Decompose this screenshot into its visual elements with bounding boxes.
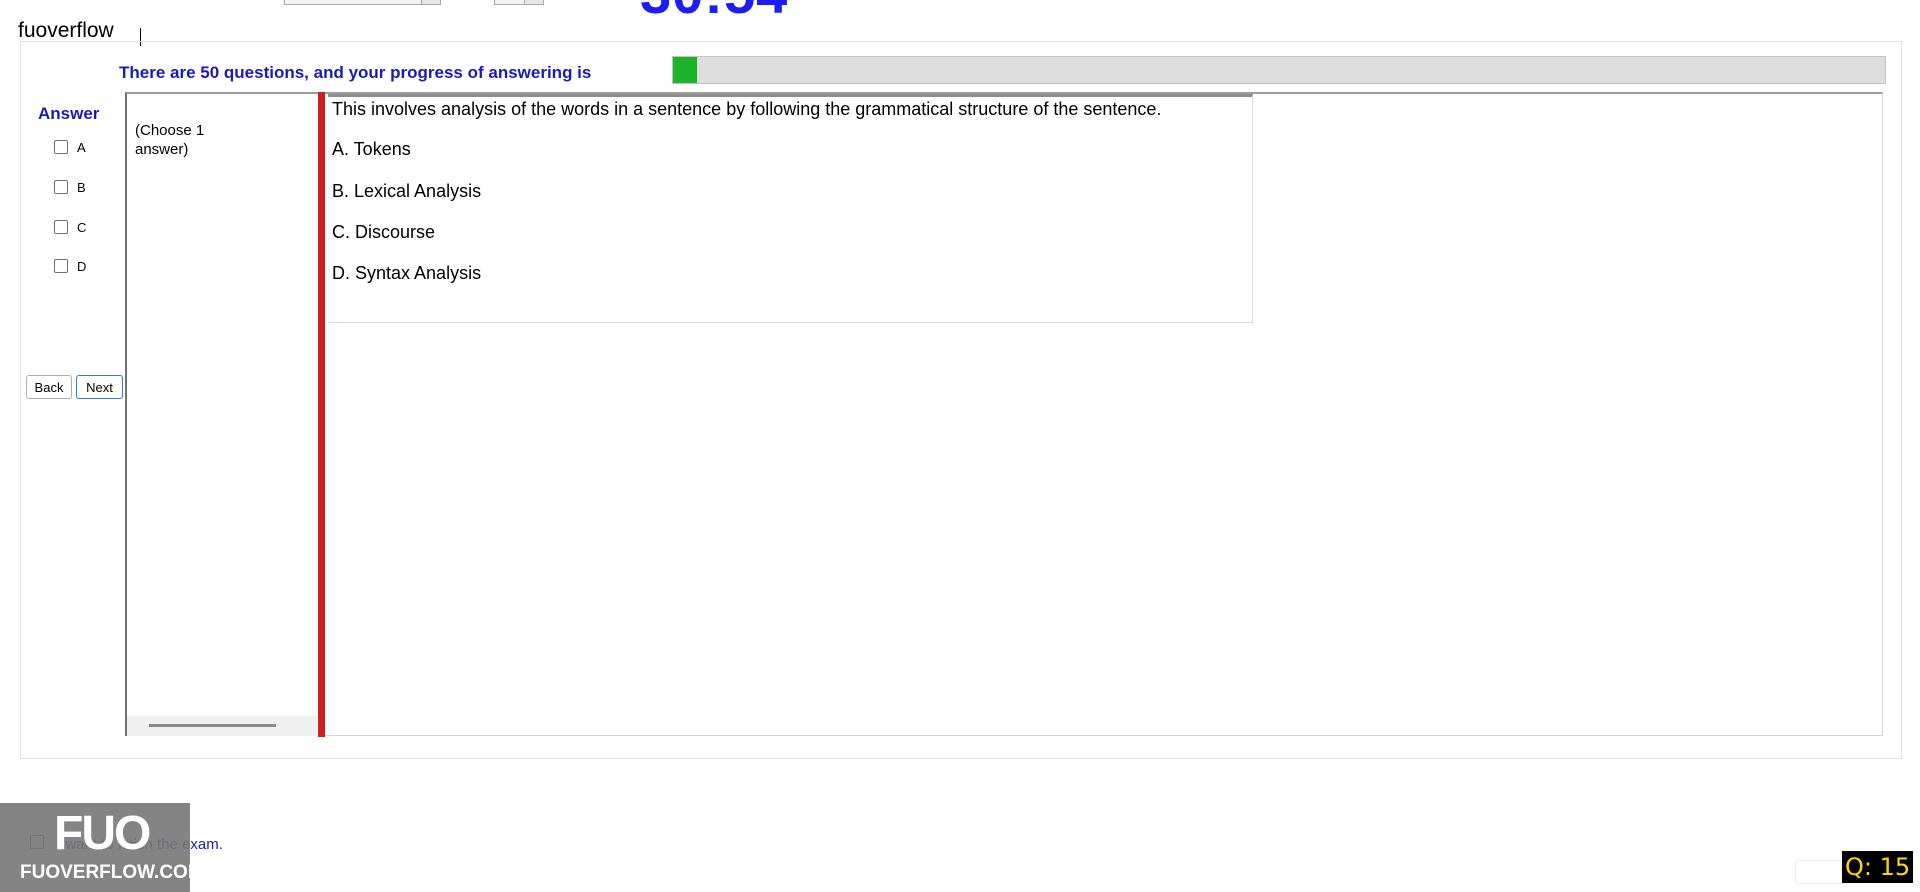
answer-choice-b[interactable]: B [54,177,134,197]
watermark-logo: FUO [54,807,151,860]
answer-title: Answer [38,104,100,123]
watermark-site: FUOVERFLOW.COM [20,862,204,883]
choice-label-d: D [77,258,87,274]
checkbox-c[interactable] [54,220,68,234]
question-option-b: B. Lexical Analysis [332,181,482,201]
hint-pane [125,92,318,736]
question-text: This involves analysis of the words in a… [332,99,1162,119]
next-button[interactable]: Next [76,375,123,399]
progress-label: There are 50 questions, and your progres… [119,63,592,82]
countdown-timer: 30:54 [640,0,788,22]
font-size-dropdown[interactable] [494,0,544,5]
question-option-c: C. Discourse [332,222,436,242]
answer-choice-d[interactable]: D [54,256,134,276]
progress-bar [672,56,1886,84]
answer-choice-c[interactable]: C [54,217,134,237]
finish-button[interactable] [1795,860,1847,884]
progress-fill [673,57,697,83]
checkbox-a[interactable] [54,140,68,154]
choice-label-a: A [77,139,86,155]
answer-choice-a[interactable]: A [54,137,134,157]
splitter-bar[interactable] [318,92,325,737]
exam-code-dropdown[interactable] [284,0,441,5]
checkbox-b[interactable] [54,180,68,194]
choice-label-c: C [77,219,87,235]
scrollbar-thumb[interactable] [149,724,276,727]
back-button[interactable]: Back [26,375,72,399]
brand-text: fuoverflow [18,19,114,42]
question-option-a: A. Tokens [332,139,411,159]
checkbox-d[interactable] [54,259,68,273]
question-box [328,94,1253,323]
question-counter: Q: 15 [1842,851,1914,883]
question-option-d: D. Syntax Analysis [332,263,482,283]
choose-hint: (Choose 1 answer) [135,122,205,158]
choice-label-b: B [77,179,86,195]
